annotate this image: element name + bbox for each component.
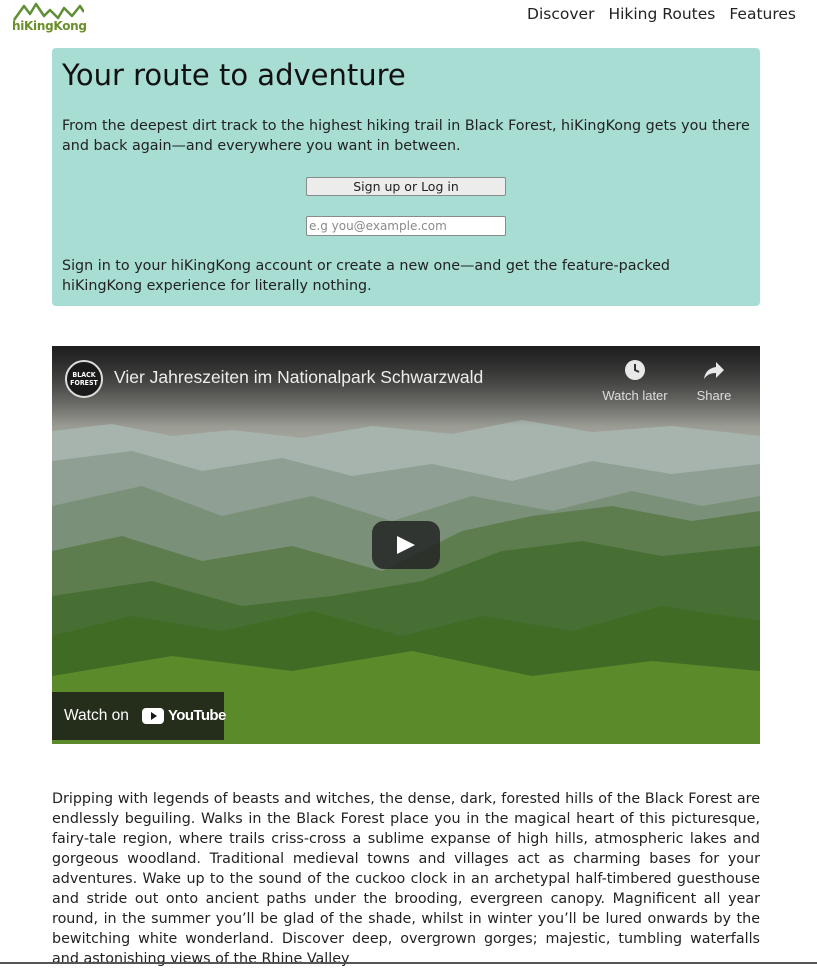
youtube-play-icon [142, 708, 164, 724]
main-nav: Discover Hiking Routes Features [527, 5, 796, 23]
watch-on-label: Watch on [64, 707, 129, 724]
watch-on-youtube-button[interactable]: Watch on YouTube [52, 692, 226, 740]
site-header: hiKingKong Discover Hiking Routes Featur… [0, 0, 817, 40]
nav-hiking-routes[interactable]: Hiking Routes [608, 5, 715, 23]
nav-discover[interactable]: Discover [527, 5, 594, 23]
watch-later-label: Watch later [602, 388, 668, 403]
watch-later-button[interactable]: Watch later [599, 358, 671, 403]
clock-icon [625, 360, 645, 380]
video-embed[interactable]: BLACK FOREST Vier Jahreszeiten im Nation… [52, 346, 760, 744]
share-label: Share [696, 388, 732, 403]
nav-features[interactable]: Features [729, 5, 796, 23]
logo-text: hiKingKong [12, 19, 87, 33]
article-paragraph: Dripping with legends of beasts and witc… [52, 791, 760, 967]
play-icon [397, 536, 415, 554]
youtube-logo: YouTube [142, 707, 226, 727]
play-button[interactable] [372, 521, 440, 569]
channel-logo-text: BLACK FOREST [70, 371, 98, 387]
site-logo[interactable]: hiKingKong [8, 2, 88, 36]
hero-card: Your route to adventure From the deepest… [52, 48, 760, 306]
hero-description: From the deepest dirt track to the highe… [62, 118, 750, 154]
youtube-wordmark: YouTube [168, 707, 226, 724]
signup-login-button[interactable]: Sign up or Log in [306, 177, 506, 196]
video-title[interactable]: Vier Jahreszeiten im Nationalpark Schwar… [114, 367, 483, 388]
channel-avatar[interactable]: BLACK FOREST [65, 360, 103, 398]
hero-title: Your route to adventure [62, 58, 406, 92]
share-button[interactable]: Share [692, 358, 736, 403]
email-input[interactable] [306, 216, 506, 236]
hero-note: Sign in to your hiKingKong account or cr… [62, 258, 670, 294]
bottom-divider [0, 962, 817, 964]
share-arrow-icon [704, 362, 724, 379]
